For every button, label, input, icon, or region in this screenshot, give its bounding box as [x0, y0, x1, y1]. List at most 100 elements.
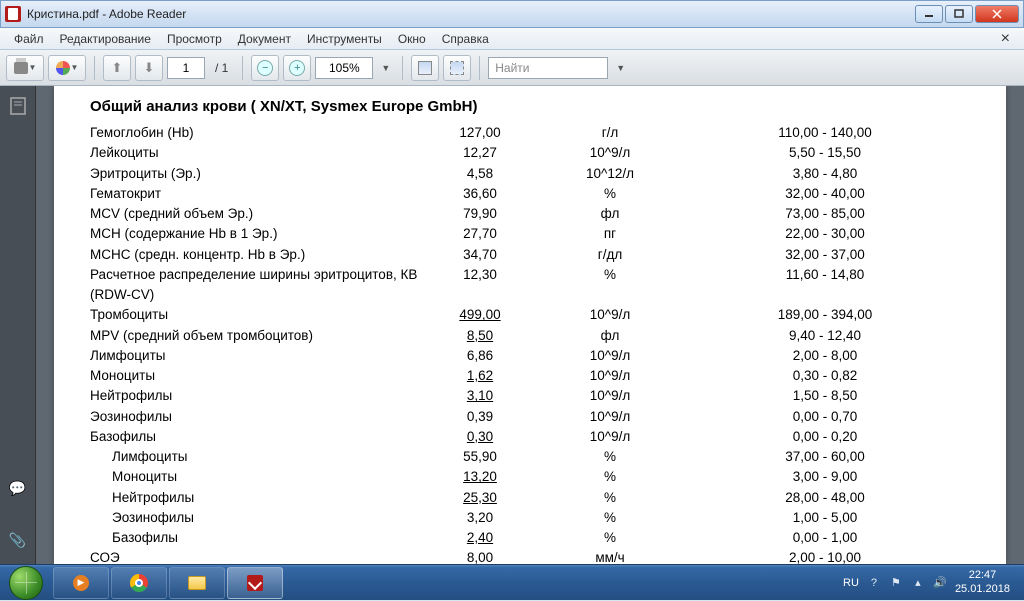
parameter-range: 28,00 - 48,00	[680, 488, 970, 508]
fit-width-button[interactable]	[411, 55, 439, 81]
pages-panel-icon[interactable]	[8, 96, 28, 116]
zoom-out-button[interactable]: −	[251, 55, 279, 81]
menu-document[interactable]: Документ	[230, 30, 299, 48]
folder-icon	[188, 576, 206, 590]
page-down-button[interactable]: ⬇	[135, 55, 163, 81]
parameter-unit: %	[540, 488, 680, 508]
find-input[interactable]	[488, 57, 608, 79]
parameter-name: СОЭ	[90, 548, 420, 564]
menu-edit[interactable]: Редактирование	[52, 30, 159, 48]
parameter-unit: 10^12/л	[540, 164, 680, 184]
parameter-unit: %	[540, 265, 680, 285]
menu-tools[interactable]: Инструменты	[299, 30, 390, 48]
find-dropdown[interactable]: ▼	[612, 63, 629, 73]
result-row: Расчетное распределение ширины эритроцит…	[90, 265, 970, 306]
parameter-unit: фл	[540, 326, 680, 346]
language-indicator[interactable]: RU	[843, 577, 859, 589]
maximize-button[interactable]	[945, 5, 973, 23]
help-icon[interactable]: ?	[867, 576, 881, 590]
result-row: Базофилы0,3010^9/л0,00 - 0,20	[90, 427, 970, 447]
menu-help[interactable]: Справка	[434, 30, 497, 48]
clock[interactable]: 22:47 25.01.2018	[955, 569, 1016, 595]
print-button[interactable]: ▼	[6, 55, 44, 81]
parameter-unit: 10^9/л	[540, 143, 680, 163]
parameter-range: 0,00 - 1,00	[680, 528, 970, 548]
window-title: Кристина.pdf - Adobe Reader	[27, 7, 915, 21]
minimize-button[interactable]	[915, 5, 943, 23]
task-chrome[interactable]	[111, 567, 167, 599]
zoom-in-icon: +	[289, 60, 305, 76]
result-row: MCHC (средн. концентр. Hb в Эр.)34,70г/д…	[90, 245, 970, 265]
parameter-value: 127,00	[420, 123, 540, 143]
task-explorer[interactable]	[169, 567, 225, 599]
parameter-range: 1,00 - 5,00	[680, 508, 970, 528]
taskbar: ▶ RU ? ⚑ ▴ 🔊 22:47 25.01.2018	[0, 564, 1024, 600]
separator	[479, 56, 480, 80]
page-total-label: / 1	[209, 61, 234, 75]
arrow-down-icon: ⬇	[144, 60, 155, 76]
print-icon	[14, 62, 28, 74]
parameter-range: 189,00 - 394,00	[680, 305, 970, 325]
parameter-value: 6,86	[420, 346, 540, 366]
menu-file[interactable]: Файл	[6, 30, 52, 48]
parameter-name: MCV (средний объем Эр.)	[90, 204, 420, 224]
clock-time: 22:47	[955, 569, 1010, 582]
parameter-unit: фл	[540, 204, 680, 224]
task-adobe-reader[interactable]	[227, 567, 283, 599]
zoom-in-button[interactable]: +	[283, 55, 311, 81]
attachments-panel-icon[interactable]: 📎	[8, 530, 28, 550]
parameter-range: 5,50 - 15,50	[680, 143, 970, 163]
parameter-unit: %	[540, 528, 680, 548]
fit-page-icon	[450, 61, 464, 75]
window-titlebar: Кристина.pdf - Adobe Reader	[0, 0, 1024, 28]
result-row: Эозинофилы3,20%1,00 - 5,00	[90, 508, 970, 528]
parameter-range: 37,00 - 60,00	[680, 447, 970, 467]
result-row: Базофилы2,40%0,00 - 1,00	[90, 528, 970, 548]
parameter-unit: мм/ч	[540, 548, 680, 564]
parameter-value: 3,10	[420, 386, 540, 406]
parameter-value: 499,00	[420, 305, 540, 325]
parameter-name: MCH (содержание Hb в 1 Эр.)	[90, 224, 420, 244]
toolbar: ▼ ▼ ⬆ ⬇ / 1 − + ▼ ▼	[0, 50, 1024, 86]
parameter-unit: г/л	[540, 123, 680, 143]
volume-icon[interactable]: 🔊	[933, 576, 947, 590]
menu-view[interactable]: Просмотр	[159, 30, 230, 48]
tray-chevron-icon[interactable]: ▴	[911, 576, 925, 590]
parameter-range: 0,30 - 0,82	[680, 366, 970, 386]
parameter-value: 55,90	[420, 447, 540, 467]
workspace: 💬 📎 Общий анализ крови ( XN/XT, Sysmex E…	[0, 86, 1024, 564]
zoom-dropdown[interactable]: ▼	[377, 63, 394, 73]
menu-window[interactable]: Окно	[390, 30, 434, 48]
page-up-button[interactable]: ⬆	[103, 55, 131, 81]
page-number-input[interactable]	[167, 57, 205, 79]
comments-panel-icon[interactable]: 💬	[8, 478, 28, 498]
start-button[interactable]	[0, 565, 52, 601]
parameter-unit: 10^9/л	[540, 386, 680, 406]
zoom-input[interactable]	[315, 57, 373, 79]
close-document-button[interactable]: ×	[993, 30, 1018, 48]
close-button[interactable]	[975, 5, 1019, 23]
parameter-value: 0,39	[420, 407, 540, 427]
menu-bar: Файл Редактирование Просмотр Документ Ин…	[0, 28, 1024, 50]
task-media-player[interactable]: ▶	[53, 567, 109, 599]
side-panel: 💬 📎	[0, 86, 36, 564]
parameter-unit: %	[540, 184, 680, 204]
parameter-value: 27,70	[420, 224, 540, 244]
parameter-name: Моноциты	[90, 467, 420, 487]
document-viewport[interactable]: Общий анализ крови ( XN/XT, Sysmex Europ…	[36, 86, 1024, 564]
result-row: Эритроциты (Эр.)4,5810^12/л3,80 - 4,80	[90, 164, 970, 184]
fit-page-button[interactable]	[443, 55, 471, 81]
adobe-reader-icon	[247, 575, 263, 591]
zoom-out-icon: −	[257, 60, 273, 76]
collaborate-button[interactable]: ▼	[48, 55, 86, 81]
result-row: Нейтрофилы25,30%28,00 - 48,00	[90, 488, 970, 508]
parameter-unit: г/дл	[540, 245, 680, 265]
action-center-icon[interactable]: ⚑	[889, 576, 903, 590]
parameter-name: Эозинофилы	[90, 508, 420, 528]
parameter-name: Тромбоциты	[90, 305, 420, 325]
result-row: Лимфоциты6,8610^9/л2,00 - 8,00	[90, 346, 970, 366]
chrome-icon	[130, 574, 148, 592]
parameter-value: 12,30	[420, 265, 540, 285]
result-row: Гематокрит36,60%32,00 - 40,00	[90, 184, 970, 204]
parameter-range: 2,00 - 8,00	[680, 346, 970, 366]
